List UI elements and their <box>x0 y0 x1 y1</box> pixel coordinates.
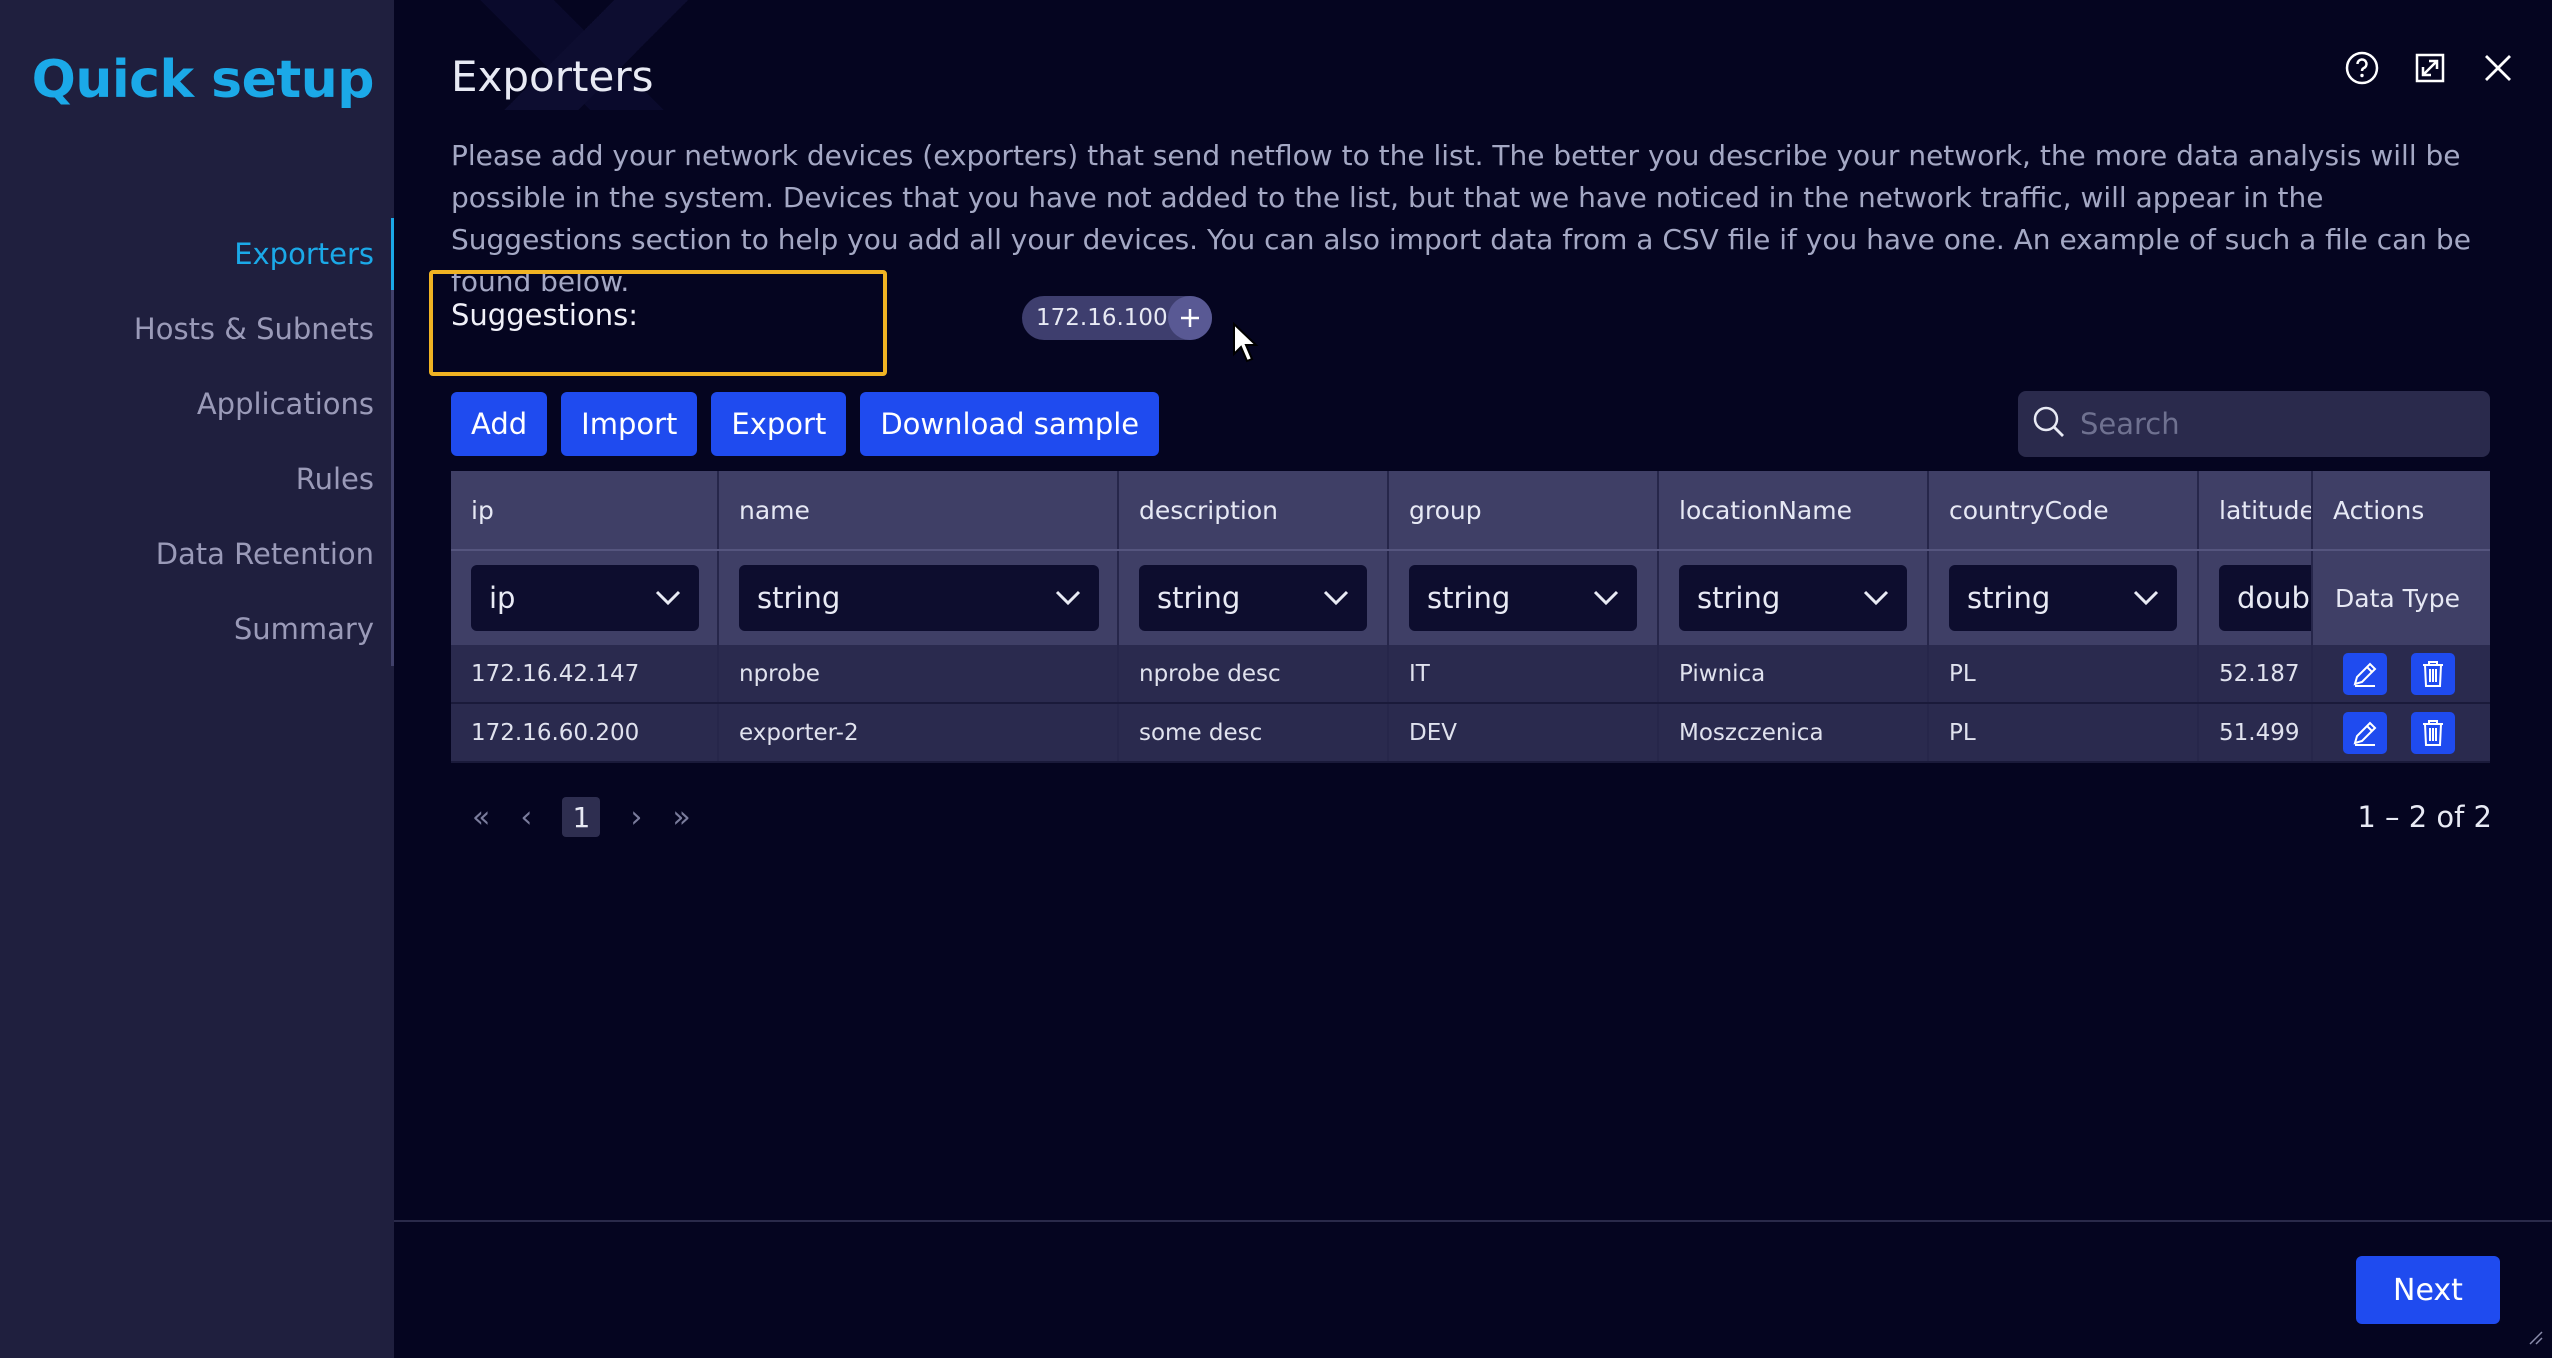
cell-latitude: 51.499 <box>2199 704 2313 761</box>
column-header-ip[interactable]: ip <box>451 471 719 549</box>
cell-ip: 172.16.60.200 <box>451 704 719 761</box>
column-header-country-code[interactable]: countryCode <box>1929 471 2199 549</box>
sidebar-item-data-retention[interactable]: Data Retention <box>134 530 374 605</box>
suggestion-chip-label: 172.16.100.1 <box>1036 305 1190 331</box>
search-input[interactable] <box>2080 407 2480 441</box>
cell-description: nprobe desc <box>1119 645 1389 702</box>
import-button[interactable]: Import <box>561 392 698 456</box>
export-button[interactable]: Export <box>711 392 847 456</box>
exporters-table: ip name description group locationName c… <box>451 471 2490 763</box>
sidebar-nav: Exporters Hosts & Subnets Applications R… <box>134 230 374 680</box>
add-suggestion-icon[interactable] <box>1168 296 1212 340</box>
pencil-icon <box>2353 662 2377 687</box>
chevron-down-icon <box>1593 590 1619 606</box>
add-button[interactable]: Add <box>451 392 548 456</box>
app-title: Quick setup <box>31 50 375 110</box>
data-type-select-location-name[interactable]: string <box>1679 565 1907 631</box>
cell-country-code: PL <box>1929 645 2199 702</box>
suggestion-chip[interactable]: 172.16.100.1 <box>1022 296 1212 340</box>
data-type-row: ip string string string string string do… <box>451 549 2490 645</box>
data-type-select-latitude[interactable]: doubl <box>2219 565 2311 631</box>
chevron-down-icon <box>1055 590 1081 606</box>
next-button[interactable]: Next <box>2356 1256 2500 1324</box>
close-icon[interactable] <box>2480 50 2516 86</box>
trash-icon <box>2423 660 2443 687</box>
next-page-button[interactable]: › <box>630 800 642 835</box>
delete-row-button[interactable] <box>2411 711 2455 754</box>
search-icon <box>2032 405 2066 443</box>
chevron-down-icon <box>1323 590 1349 606</box>
cell-latitude: 52.187 <box>2199 645 2313 702</box>
chevron-down-icon <box>655 590 681 606</box>
edit-row-button[interactable] <box>2343 711 2387 754</box>
cell-name: nprobe <box>719 645 1119 702</box>
data-type-select-group[interactable]: string <box>1409 565 1637 631</box>
delete-row-button[interactable] <box>2411 652 2455 695</box>
mouse-cursor-icon <box>1232 321 1260 368</box>
trash-icon <box>2423 719 2443 746</box>
column-header-description[interactable]: description <box>1119 471 1389 549</box>
data-type-select-description[interactable]: string <box>1139 565 1367 631</box>
data-type-select-ip[interactable]: ip <box>471 565 699 631</box>
table-row: 172.16.42.147 nprobe nprobe desc IT Piwn… <box>451 645 2490 704</box>
help-icon[interactable] <box>2344 50 2380 86</box>
cell-ip: 172.16.42.147 <box>451 645 719 702</box>
column-header-location-name[interactable]: locationName <box>1659 471 1929 549</box>
table-toolbar: Add Import Export Download sample <box>451 392 1160 456</box>
cell-name: exporter-2 <box>719 704 1119 761</box>
search-box[interactable] <box>2018 391 2490 457</box>
first-page-button[interactable]: « <box>472 800 490 835</box>
data-type-label: Data Type <box>2335 583 2461 613</box>
pagination: « ‹ 1 › » <box>472 797 691 837</box>
chevron-down-icon <box>1863 590 1889 606</box>
sidebar: Quick setup Exporters Hosts & Subnets Ap… <box>0 0 394 1358</box>
table-header-row: ip name description group locationName c… <box>451 471 2490 549</box>
sidebar-item-applications[interactable]: Applications <box>134 380 374 455</box>
sidebar-item-summary[interactable]: Summary <box>134 605 374 680</box>
cell-group: DEV <box>1389 704 1659 761</box>
expand-icon[interactable] <box>2412 50 2448 86</box>
data-type-select-name[interactable]: string <box>739 565 1099 631</box>
cell-country-code: PL <box>1929 704 2199 761</box>
current-page[interactable]: 1 <box>562 797 601 837</box>
sidebar-item-rules[interactable]: Rules <box>134 455 374 530</box>
cell-location-name: Piwnica <box>1659 645 1929 702</box>
sidebar-item-hosts-subnets[interactable]: Hosts & Subnets <box>134 305 374 380</box>
column-header-latitude[interactable]: latitude <box>2199 471 2313 549</box>
page-title: Exporters <box>451 52 654 101</box>
column-header-actions: Actions <box>2333 495 2425 525</box>
prev-page-button[interactable]: ‹ <box>520 800 532 835</box>
cell-group: IT <box>1389 645 1659 702</box>
edit-row-button[interactable] <box>2343 652 2387 695</box>
last-page-button[interactable]: » <box>672 800 690 835</box>
cell-location-name: Moszczenica <box>1659 704 1929 761</box>
chevron-down-icon <box>2133 590 2159 606</box>
pagination-range: 1 – 2 of 2 <box>2357 800 2492 834</box>
suggestions-label: Suggestions: <box>451 298 638 332</box>
column-header-name[interactable]: name <box>719 471 1119 549</box>
table-row: 172.16.60.200 exporter-2 some desc DEV M… <box>451 704 2490 763</box>
cell-description: some desc <box>1119 704 1389 761</box>
download-sample-button[interactable]: Download sample <box>860 392 1160 456</box>
column-header-group[interactable]: group <box>1389 471 1659 549</box>
main-panel: Exporters Please add your network device… <box>394 0 2552 1358</box>
sidebar-item-exporters[interactable]: Exporters <box>134 230 374 305</box>
footer-divider <box>394 1220 2552 1222</box>
pencil-icon <box>2353 721 2377 746</box>
data-type-select-country-code[interactable]: string <box>1949 565 2177 631</box>
window-controls <box>2344 50 2516 86</box>
resize-handle-icon[interactable] <box>2526 1328 2544 1350</box>
